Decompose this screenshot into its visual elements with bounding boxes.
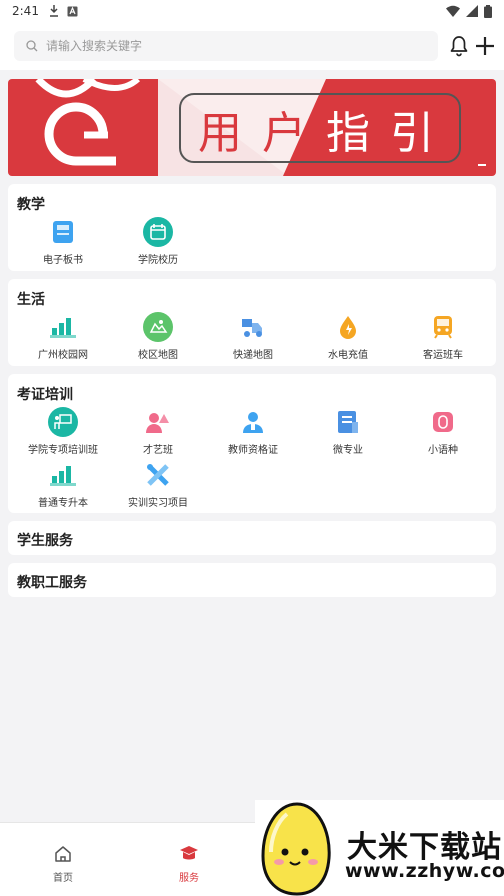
service-item-label: 快递地图 [233,350,273,361]
section-life: 生活 广州校园网 校区地图 快递地图 水电充值 客运班车 [8,279,496,366]
nav-item-service[interactable]: 服务 [159,845,219,884]
service-icon [180,846,198,860]
service-item-label: 普通专升本 [38,498,88,509]
teacher-cert-icon [238,407,268,437]
banner-char: 指 [326,108,370,159]
service-item-label: 教师资格证 [228,445,278,456]
water-power-icon [333,312,363,342]
section-title: 学生服务 [17,533,73,549]
search-bar[interactable] [14,31,438,61]
watermark-url: www.zzhyw.com [345,860,504,882]
campus-map-icon [143,312,173,342]
section-title: 考证培训 [17,387,73,403]
section-teaching: 教学 电子板书 学院校历 [8,184,496,271]
nav-item-home[interactable]: 首页 [33,845,93,884]
internship-icon [143,460,173,490]
search-icon [26,40,38,52]
notification-a-icon [67,5,78,16]
section-title: 教职工服务 [17,575,87,591]
service-item-water-power[interactable]: 水电充值 [299,312,397,361]
service-item-label: 水电充值 [328,350,368,361]
service-item-teacher-cert[interactable]: 教师资格证 [204,407,302,456]
section-title: 生活 [17,292,45,308]
home-icon [55,846,71,862]
user-guide-banner[interactable]: 用 户 指 引 [8,79,496,176]
service-item-label: 学院专项培训班 [28,445,98,456]
service-item-campus-network[interactable]: 广州校园网 [14,312,112,361]
talent-class-icon [143,407,173,437]
section-title: 教学 [17,197,45,213]
service-item-training-class[interactable]: 学院专项培训班 [14,407,112,456]
calendar-icon [143,217,173,247]
service-item-micro-major[interactable]: 微专业 [299,407,397,456]
micro-major-icon [333,407,363,437]
nav-item-label: 首页 [53,873,73,884]
language-icon [428,407,458,437]
service-item-label: 小语种 [428,445,458,456]
plus-icon[interactable] [474,35,496,57]
bus-icon [428,312,458,342]
service-item-label: 学院校历 [138,255,178,266]
service-item-label: 微专业 [333,445,363,456]
banner-char: 户 [262,108,306,159]
banner-char: 用 [198,108,242,159]
header [0,22,504,70]
section-staff-services[interactable]: 教职工服务 [8,563,496,597]
e-board-icon [48,217,78,247]
status-bar: 2:41 [0,0,504,22]
bell-icon[interactable] [449,35,469,57]
service-item-label: 电子板书 [43,255,83,266]
wifi-icon [446,5,460,17]
service-item-calendar[interactable]: 学院校历 [109,217,207,266]
service-item-talent-class[interactable]: 才艺班 [109,407,207,456]
service-item-label: 广州校园网 [38,350,88,361]
delivery-map-icon [238,312,268,342]
download-icon [49,5,58,17]
service-item-bus[interactable]: 客运班车 [394,312,492,361]
section-certification-training: 考证培训 学院专项培训班 才艺班 教师资格证 微专业 小语种 普通专升本 实训实… [8,374,496,513]
service-item-label: 客运班车 [423,350,463,361]
service-item-e-board[interactable]: 电子板书 [14,217,112,266]
service-item-delivery-map[interactable]: 快递地图 [204,312,302,361]
nav-item-label: 服务 [179,873,199,884]
service-item-internship[interactable]: 实训实习项目 [109,460,207,509]
service-item-upgrade-degree[interactable]: 普通专升本 [14,460,112,509]
signal-icon [466,5,478,17]
training-class-icon [48,407,78,437]
section-student-services[interactable]: 学生服务 [8,521,496,555]
service-item-label: 实训实习项目 [128,498,188,509]
search-input[interactable] [46,39,406,53]
status-time: 2:41 [12,4,39,18]
upgrade-degree-icon [48,460,78,490]
campus-network-icon [48,312,78,342]
watermark: 大米下载站 www.zzhyw.com [255,800,504,896]
service-item-language[interactable]: 小语种 [394,407,492,456]
banner-char: 引 [390,108,434,159]
battery-icon [484,4,492,18]
service-item-label: 校区地图 [138,350,178,361]
service-item-campus-map[interactable]: 校区地图 [109,312,207,361]
service-item-label: 才艺班 [143,445,173,456]
rice-mascot-logo [261,802,331,896]
